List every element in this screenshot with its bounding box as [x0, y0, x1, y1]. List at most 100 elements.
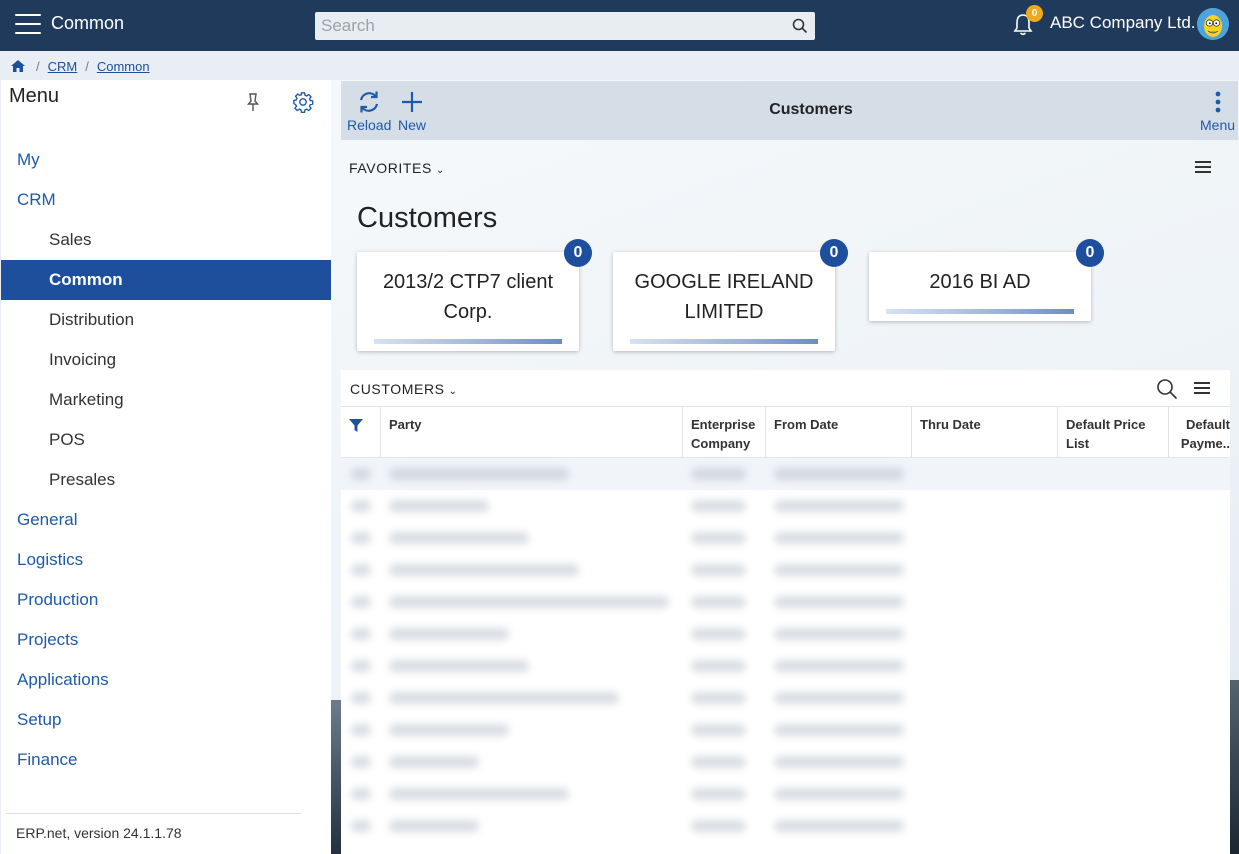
- blurred-cell: [691, 596, 746, 608]
- blurred-cell: [389, 820, 479, 832]
- table-row[interactable]: [341, 778, 1230, 810]
- blurred-cell: [351, 724, 371, 736]
- blurred-cell: [351, 628, 371, 640]
- home-icon[interactable]: [10, 59, 26, 73]
- menu-item-my[interactable]: My: [1, 140, 331, 180]
- menu-item-pos[interactable]: POS: [1, 420, 331, 460]
- search-icon[interactable]: [792, 18, 808, 34]
- menu-item-finance[interactable]: Finance: [1, 740, 331, 780]
- reload-label: Reload: [347, 117, 392, 133]
- card-bar: [630, 339, 818, 344]
- menu-item-sales[interactable]: Sales: [1, 220, 331, 260]
- breadcrumb-crm-link[interactable]: CRM: [48, 59, 78, 74]
- menu-item-invoicing[interactable]: Invoicing: [1, 340, 331, 380]
- blurred-cell: [351, 660, 371, 672]
- hamburger-menu-icon[interactable]: [15, 14, 41, 34]
- table-row[interactable]: [341, 554, 1230, 586]
- customers-grid: CUSTOMERS ⌄ Party Enterprise Company From…: [341, 370, 1230, 854]
- blurred-cell: [774, 692, 904, 704]
- menu-item-crm[interactable]: CRM: [1, 180, 331, 220]
- blurred-cell: [774, 564, 904, 576]
- table-row[interactable]: [341, 714, 1230, 746]
- blurred-cell: [389, 692, 619, 704]
- card-count-badge: 0: [1076, 239, 1104, 267]
- blurred-cell: [691, 756, 746, 768]
- menu-label: Menu: [1200, 117, 1236, 133]
- grid-options-icon[interactable]: [1194, 382, 1210, 396]
- favorite-card[interactable]: 2013/2 CTP7 client Corp. 0: [357, 239, 592, 351]
- favorites-dropdown[interactable]: FAVORITES ⌄: [349, 160, 445, 176]
- new-button[interactable]: New: [398, 89, 426, 133]
- card-bar: [886, 309, 1074, 314]
- blurred-cell: [389, 724, 509, 736]
- reload-button[interactable]: Reload: [347, 89, 391, 133]
- customers-dropdown[interactable]: CUSTOMERS ⌄: [350, 381, 458, 397]
- column-header-default-price-list[interactable]: Default Price List: [1058, 407, 1169, 458]
- list-options-icon[interactable]: [1195, 161, 1211, 175]
- card-title: 2013/2 CTP7 client Corp.: [382, 271, 554, 323]
- filter-column-header[interactable]: [341, 407, 381, 458]
- more-menu-button[interactable]: Menu: [1200, 89, 1235, 133]
- menu-item-projects[interactable]: Projects: [1, 620, 331, 660]
- column-header-from-date[interactable]: From Date: [766, 407, 912, 458]
- breadcrumb-common-link[interactable]: Common: [97, 59, 150, 74]
- menu-item-presales[interactable]: Presales: [1, 460, 331, 500]
- search-box[interactable]: [315, 12, 815, 40]
- table-row[interactable]: [341, 490, 1230, 522]
- gear-icon[interactable]: [292, 91, 314, 113]
- app-title: Common: [51, 13, 125, 33]
- blurred-cell: [691, 468, 746, 480]
- menu-item-setup[interactable]: Setup: [1, 700, 331, 740]
- table-row[interactable]: [341, 746, 1230, 778]
- blurred-cell: [774, 596, 904, 608]
- blurred-cell: [351, 788, 371, 800]
- menu-item-marketing[interactable]: Marketing: [1, 380, 331, 420]
- blurred-cell: [691, 660, 746, 672]
- favorite-card[interactable]: GOOGLE IRELAND LIMITED 0: [613, 239, 848, 351]
- grid-header-bar: CUSTOMERS ⌄: [341, 370, 1230, 407]
- filter-icon[interactable]: [348, 418, 364, 433]
- menu-title: Menu: [9, 85, 60, 107]
- table-row[interactable]: [341, 650, 1230, 682]
- blurred-cell: [691, 692, 746, 704]
- more-vertical-icon: [1215, 91, 1220, 113]
- table-row[interactable]: [341, 586, 1230, 618]
- column-header-enterprise-company[interactable]: Enterprise Company: [683, 407, 766, 458]
- column-header-default-payment[interactable]: Default Payme..: [1169, 407, 1230, 458]
- menu-item-applications[interactable]: Applications: [1, 660, 331, 700]
- column-header-thru-date[interactable]: Thru Date: [912, 407, 1058, 458]
- top-bar: Common 0 ABC Company Ltd.: [0, 0, 1239, 51]
- favorites-label: FAVORITES: [349, 160, 432, 176]
- menu-item-production[interactable]: Production: [1, 580, 331, 620]
- card-count-badge: 0: [820, 239, 848, 267]
- blurred-cell: [774, 500, 904, 512]
- blurred-cell: [691, 788, 746, 800]
- blurred-cell: [389, 532, 529, 544]
- blurred-cell: [389, 660, 529, 672]
- avatar[interactable]: [1197, 8, 1229, 40]
- menu-item-logistics[interactable]: Logistics: [1, 540, 331, 580]
- blurred-cell: [351, 564, 371, 576]
- blurred-cell: [774, 532, 904, 544]
- table-row[interactable]: [341, 522, 1230, 554]
- table-row[interactable]: [341, 458, 1230, 490]
- favorite-card[interactable]: 2016 BI AD 0: [869, 239, 1104, 321]
- menu-item-common[interactable]: Common: [1, 260, 331, 300]
- blurred-cell: [691, 724, 746, 736]
- column-header-party[interactable]: Party: [381, 407, 683, 458]
- search-icon[interactable]: [1156, 378, 1178, 400]
- pin-icon[interactable]: [245, 92, 261, 112]
- menu-item-general[interactable]: General: [1, 500, 331, 540]
- blurred-cell: [774, 756, 904, 768]
- company-name[interactable]: ABC Company Ltd.: [1050, 13, 1196, 33]
- menu-item-distribution[interactable]: Distribution: [1, 300, 331, 340]
- table-row[interactable]: [341, 682, 1230, 714]
- search-input[interactable]: [315, 16, 775, 36]
- blurred-cell: [389, 500, 489, 512]
- table-row[interactable]: [341, 618, 1230, 650]
- blurred-cell: [691, 564, 746, 576]
- blurred-cell: [691, 500, 746, 512]
- table-row[interactable]: [341, 810, 1230, 842]
- blurred-cell: [389, 628, 509, 640]
- blurred-cell: [774, 468, 904, 480]
